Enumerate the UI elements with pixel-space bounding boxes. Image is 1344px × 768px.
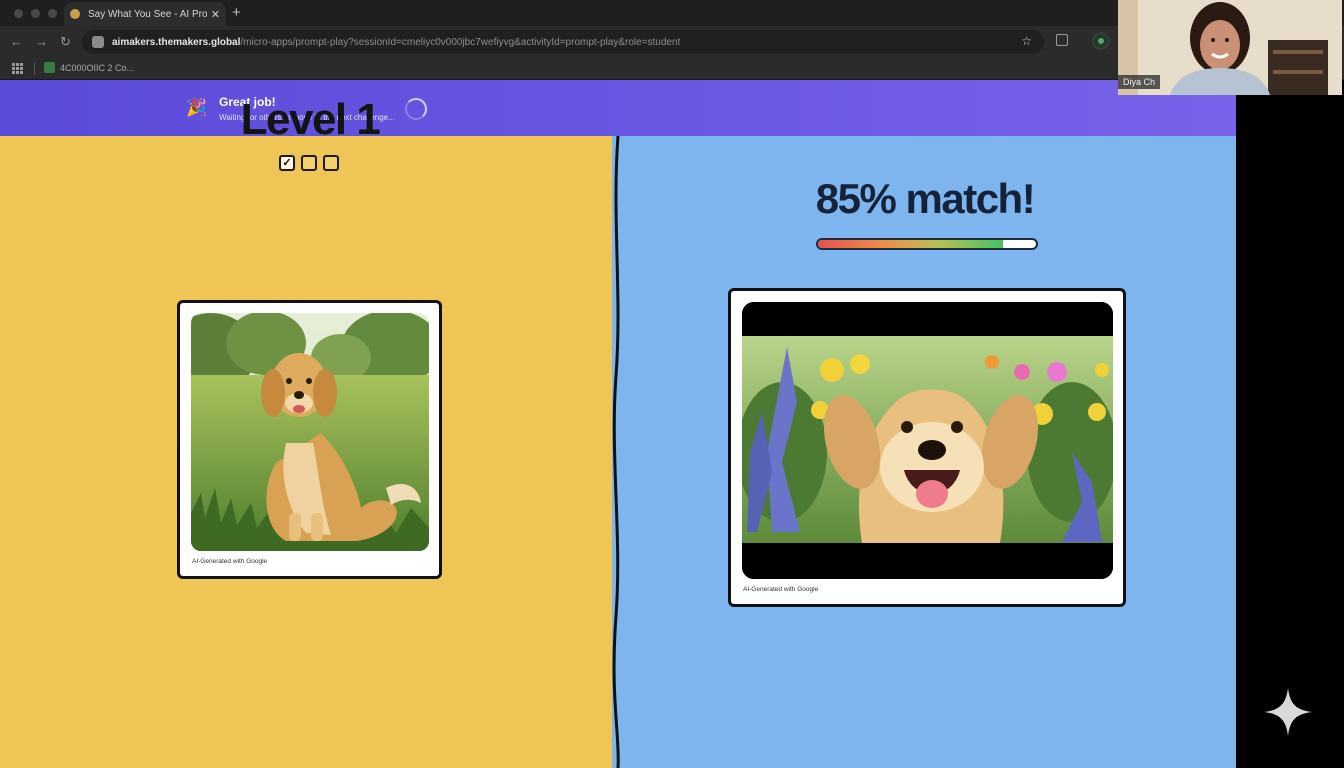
level-title: Level 1 [240, 95, 381, 144]
back-icon[interactable]: ← [10, 34, 23, 49]
bookmarks-divider [34, 63, 35, 75]
reload-icon[interactable]: ↻ [60, 34, 71, 50]
right-image-caption: AI-Generated with Google [743, 586, 819, 593]
bookmark-label: 4C000OIIC 2 Co... [60, 62, 135, 73]
match-progress-bar [816, 238, 1038, 250]
window-controls[interactable] [14, 9, 57, 18]
profile-avatar[interactable] [1092, 32, 1110, 50]
target-image-card: AI-Generated with Google [177, 300, 442, 579]
level-checkbox-1: ✓ [279, 155, 295, 171]
golden-retriever-painting [191, 313, 429, 551]
url-path: /micro-apps/prompt-play?sessionId=cmeliy… [240, 36, 681, 48]
tab-favicon-icon [70, 9, 80, 19]
site-info-icon[interactable] [92, 36, 104, 48]
url-text: aimakers.themakers.global/micro-apps/pro… [112, 37, 680, 48]
apps-grid-icon[interactable] [12, 63, 23, 74]
forward-icon[interactable]: → [35, 34, 48, 49]
tab-close-icon[interactable]: ✕ [211, 8, 220, 21]
address-bar[interactable]: aimakers.themakers.global/micro-apps/pro… [82, 30, 1044, 54]
match-progress-fill [818, 240, 1004, 248]
generated-dog-image [742, 302, 1113, 579]
level-progress: ✓ [279, 155, 339, 171]
tab-title: Say What You See - AI Prompt [88, 8, 207, 20]
extensions-icon[interactable] [1056, 34, 1068, 46]
close-window-button[interactable] [14, 9, 23, 18]
match-score-title: 85% match! [815, 175, 1036, 222]
bookmark-item[interactable]: 4C000OIIC 2 Co... [44, 62, 134, 73]
golden-retriever-photo [742, 302, 1113, 579]
target-dog-image [191, 313, 429, 551]
level-checkbox-3 [323, 155, 339, 171]
bookmark-star-icon[interactable]: ☆ [1021, 34, 1032, 48]
left-image-caption: AI-Generated with Google [192, 558, 268, 565]
level-checkbox-2 [301, 155, 317, 171]
wavy-divider [612, 136, 638, 768]
maximize-window-button[interactable] [48, 9, 57, 18]
minimize-window-button[interactable] [31, 9, 40, 18]
spreadsheet-icon [44, 62, 55, 73]
generated-image-card: AI-Generated with Google [728, 288, 1126, 607]
new-tab-button[interactable]: + [232, 4, 241, 21]
browser-tab[interactable]: Say What You See - AI Prompt ✕ [64, 2, 226, 26]
participant-name-label: Diya Ch [1118, 75, 1161, 89]
sparkle-icon [1264, 688, 1312, 736]
url-host: aimakers.themakers.global [112, 36, 241, 48]
screen: Say What You See - AI Prompt ✕ + ← → ↻ a… [0, 0, 1344, 768]
